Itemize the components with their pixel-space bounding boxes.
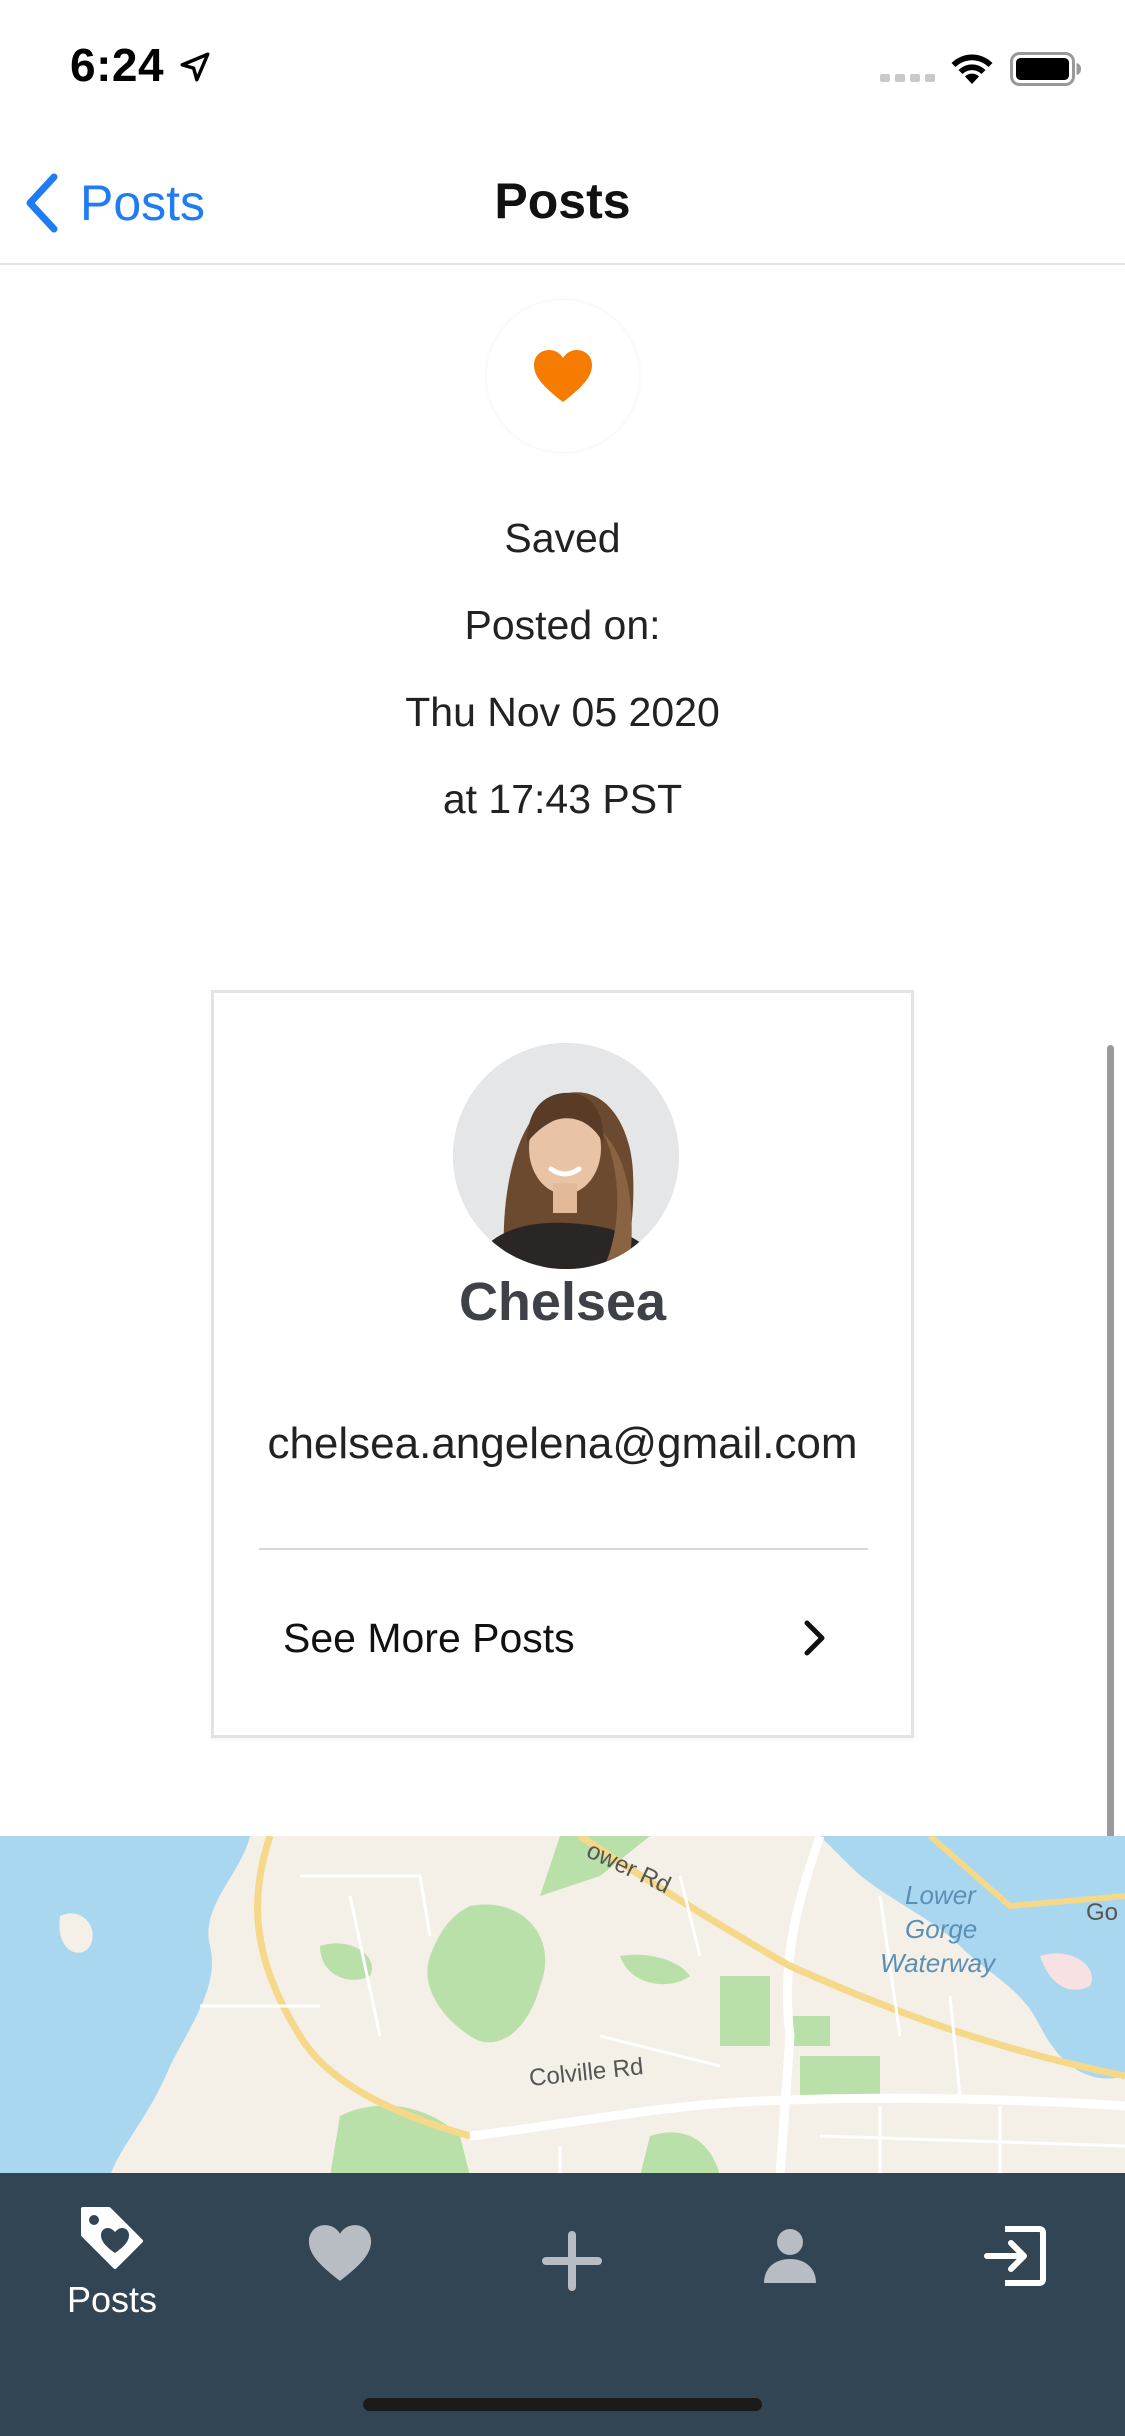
status-time: 6:24: [70, 39, 165, 91]
user-name: Chelsea: [458, 1272, 667, 1332]
posted-date: Thu Nov 05 2020: [405, 689, 720, 735]
map-label-waterway-3: Waterway: [880, 1948, 997, 1978]
tab-bar: Posts: [0, 2173, 1125, 2436]
user-card: Chelsea chelsea.angelena@gmail.com See M…: [211, 990, 914, 1738]
user-email: chelsea.angelena@gmail.com: [267, 1419, 858, 1468]
heart-icon: [308, 2225, 372, 2281]
scroll-indicator: [1107, 1045, 1114, 1860]
navigation-bar: Posts Posts: [0, 140, 1125, 265]
chevron-right-icon: [804, 1620, 825, 1656]
see-more-posts-button[interactable]: See More Posts: [259, 1583, 868, 1693]
posted-on-label: Posted on:: [464, 602, 661, 648]
home-indicator[interactable]: [363, 2398, 762, 2411]
map-label-waterway-2: Gorge: [905, 1914, 977, 1944]
heart-icon: [534, 350, 592, 402]
wifi-icon: [951, 54, 993, 84]
battery-icon: [1010, 52, 1081, 86]
tab-posts[interactable]: Posts: [52, 2203, 172, 2333]
cellular-signal-icon: [880, 74, 935, 82]
exit-icon: [984, 2226, 1046, 2286]
location-arrow-icon: [180, 52, 210, 82]
see-more-posts-label: See More Posts: [283, 1614, 575, 1661]
tag-heart-icon: [81, 2207, 143, 2269]
map-view[interactable]: ower Rd Colville Rd Lower Gorge Waterway…: [0, 1836, 1125, 2176]
map-label-waterway-1: Lower: [905, 1880, 977, 1910]
save-toggle-button[interactable]: [487, 300, 639, 452]
plus-icon: [542, 2231, 602, 2291]
divider: [259, 1548, 868, 1550]
saved-status-text: Saved: [504, 515, 621, 561]
status-bar: 6:24: [0, 0, 1125, 140]
map-label-go: Go: [1086, 1899, 1118, 1926]
map-graphic: ower Rd Colville Rd Lower Gorge Waterway…: [0, 1836, 1125, 2176]
page-title: Posts: [494, 173, 631, 229]
tab-posts-label: Posts: [66, 2279, 158, 2320]
avatar: [453, 1043, 679, 1269]
posted-time: at 17:43 PST: [442, 776, 683, 822]
tab-logout[interactable]: [965, 2225, 1065, 2355]
tab-favorites[interactable]: [290, 2223, 390, 2353]
tab-profile[interactable]: [740, 2225, 840, 2355]
tab-add[interactable]: [522, 2231, 622, 2361]
screen: 6:24 Posts Posts Saved Posted on: Thu No…: [0, 0, 1125, 2436]
person-icon: [764, 2229, 816, 2283]
